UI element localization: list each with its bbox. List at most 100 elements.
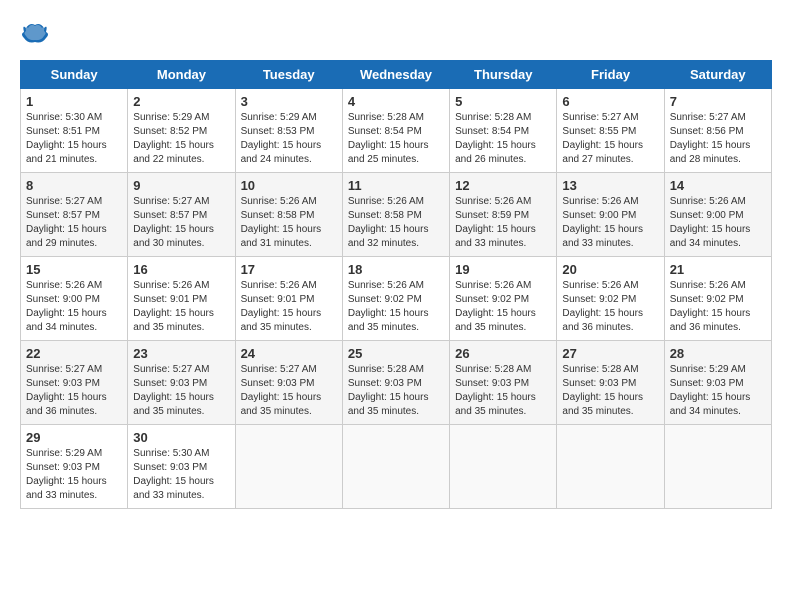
logo-icon [20,20,50,50]
calendar-day-cell: 6 Sunrise: 5:27 AM Sunset: 8:55 PM Dayli… [557,89,664,173]
day-info: Sunrise: 5:29 AM Sunset: 8:52 PM Dayligh… [133,111,229,167]
calendar-day-cell: 25 Sunrise: 5:28 AM Sunset: 9:03 PM Dayl… [342,341,449,425]
day-info: Sunrise: 5:28 AM Sunset: 8:54 PM Dayligh… [455,111,551,167]
day-info: Sunrise: 5:26 AM Sunset: 9:02 PM Dayligh… [670,279,766,335]
calendar-day-cell: 8 Sunrise: 5:27 AM Sunset: 8:57 PM Dayli… [21,173,128,257]
calendar-day-cell: 4 Sunrise: 5:28 AM Sunset: 8:54 PM Dayli… [342,89,449,173]
calendar: Sunday Monday Tuesday Wednesday Thursday… [20,60,772,509]
calendar-day-cell: 26 Sunrise: 5:28 AM Sunset: 9:03 PM Dayl… [450,341,557,425]
header-thursday: Thursday [450,61,557,89]
calendar-day-cell: 1 Sunrise: 5:30 AM Sunset: 8:51 PM Dayli… [21,89,128,173]
day-info: Sunrise: 5:28 AM Sunset: 9:03 PM Dayligh… [348,363,444,419]
day-info: Sunrise: 5:27 AM Sunset: 8:57 PM Dayligh… [133,195,229,251]
header-sunday: Sunday [21,61,128,89]
header-monday: Monday [128,61,235,89]
day-number: 4 [348,94,444,109]
day-number: 26 [455,346,551,361]
day-info: Sunrise: 5:30 AM Sunset: 9:03 PM Dayligh… [133,447,229,503]
calendar-day-cell: 13 Sunrise: 5:26 AM Sunset: 9:00 PM Dayl… [557,173,664,257]
calendar-day-cell: 9 Sunrise: 5:27 AM Sunset: 8:57 PM Dayli… [128,173,235,257]
day-info: Sunrise: 5:26 AM Sunset: 9:02 PM Dayligh… [562,279,658,335]
day-number: 8 [26,178,122,193]
day-info: Sunrise: 5:27 AM Sunset: 9:03 PM Dayligh… [26,363,122,419]
calendar-week-row: 1 Sunrise: 5:30 AM Sunset: 8:51 PM Dayli… [21,89,772,173]
day-number: 13 [562,178,658,193]
day-info: Sunrise: 5:26 AM Sunset: 9:02 PM Dayligh… [455,279,551,335]
calendar-week-row: 15 Sunrise: 5:26 AM Sunset: 9:00 PM Dayl… [21,257,772,341]
day-number: 30 [133,430,229,445]
calendar-day-cell: 19 Sunrise: 5:26 AM Sunset: 9:02 PM Dayl… [450,257,557,341]
calendar-week-row: 8 Sunrise: 5:27 AM Sunset: 8:57 PM Dayli… [21,173,772,257]
empty-cell [235,425,342,509]
calendar-day-cell: 10 Sunrise: 5:26 AM Sunset: 8:58 PM Dayl… [235,173,342,257]
day-number: 27 [562,346,658,361]
header-saturday: Saturday [664,61,771,89]
day-number: 2 [133,94,229,109]
logo-inner [20,20,54,50]
logo [20,20,54,50]
day-number: 20 [562,262,658,277]
day-info: Sunrise: 5:26 AM Sunset: 9:02 PM Dayligh… [348,279,444,335]
calendar-day-cell: 21 Sunrise: 5:26 AM Sunset: 9:02 PM Dayl… [664,257,771,341]
header-wednesday: Wednesday [342,61,449,89]
day-info: Sunrise: 5:26 AM Sunset: 8:59 PM Dayligh… [455,195,551,251]
day-number: 11 [348,178,444,193]
calendar-day-cell: 7 Sunrise: 5:27 AM Sunset: 8:56 PM Dayli… [664,89,771,173]
day-info: Sunrise: 5:26 AM Sunset: 9:00 PM Dayligh… [670,195,766,251]
calendar-week-row: 29 Sunrise: 5:29 AM Sunset: 9:03 PM Dayl… [21,425,772,509]
day-number: 9 [133,178,229,193]
day-number: 14 [670,178,766,193]
empty-cell [342,425,449,509]
day-info: Sunrise: 5:29 AM Sunset: 9:03 PM Dayligh… [26,447,122,503]
day-number: 19 [455,262,551,277]
calendar-day-cell: 2 Sunrise: 5:29 AM Sunset: 8:52 PM Dayli… [128,89,235,173]
header [20,20,772,50]
day-info: Sunrise: 5:26 AM Sunset: 9:01 PM Dayligh… [133,279,229,335]
calendar-day-cell: 15 Sunrise: 5:26 AM Sunset: 9:00 PM Dayl… [21,257,128,341]
day-number: 15 [26,262,122,277]
empty-cell [664,425,771,509]
day-info: Sunrise: 5:28 AM Sunset: 8:54 PM Dayligh… [348,111,444,167]
day-number: 25 [348,346,444,361]
calendar-day-cell: 22 Sunrise: 5:27 AM Sunset: 9:03 PM Dayl… [21,341,128,425]
day-number: 5 [455,94,551,109]
day-info: Sunrise: 5:27 AM Sunset: 8:55 PM Dayligh… [562,111,658,167]
header-friday: Friday [557,61,664,89]
calendar-day-cell: 30 Sunrise: 5:30 AM Sunset: 9:03 PM Dayl… [128,425,235,509]
calendar-week-row: 22 Sunrise: 5:27 AM Sunset: 9:03 PM Dayl… [21,341,772,425]
day-number: 6 [562,94,658,109]
day-number: 28 [670,346,766,361]
day-info: Sunrise: 5:26 AM Sunset: 9:01 PM Dayligh… [241,279,337,335]
day-info: Sunrise: 5:28 AM Sunset: 9:03 PM Dayligh… [455,363,551,419]
header-tuesday: Tuesday [235,61,342,89]
day-number: 3 [241,94,337,109]
day-info: Sunrise: 5:26 AM Sunset: 9:00 PM Dayligh… [26,279,122,335]
calendar-day-cell: 23 Sunrise: 5:27 AM Sunset: 9:03 PM Dayl… [128,341,235,425]
day-number: 7 [670,94,766,109]
calendar-day-cell: 12 Sunrise: 5:26 AM Sunset: 8:59 PM Dayl… [450,173,557,257]
day-info: Sunrise: 5:29 AM Sunset: 8:53 PM Dayligh… [241,111,337,167]
calendar-day-cell: 27 Sunrise: 5:28 AM Sunset: 9:03 PM Dayl… [557,341,664,425]
day-number: 12 [455,178,551,193]
empty-cell [450,425,557,509]
day-number: 16 [133,262,229,277]
day-number: 23 [133,346,229,361]
calendar-day-cell: 24 Sunrise: 5:27 AM Sunset: 9:03 PM Dayl… [235,341,342,425]
day-number: 10 [241,178,337,193]
day-number: 17 [241,262,337,277]
day-number: 22 [26,346,122,361]
day-info: Sunrise: 5:26 AM Sunset: 8:58 PM Dayligh… [241,195,337,251]
day-info: Sunrise: 5:29 AM Sunset: 9:03 PM Dayligh… [670,363,766,419]
day-number: 18 [348,262,444,277]
calendar-day-cell: 3 Sunrise: 5:29 AM Sunset: 8:53 PM Dayli… [235,89,342,173]
calendar-day-cell: 28 Sunrise: 5:29 AM Sunset: 9:03 PM Dayl… [664,341,771,425]
calendar-day-cell: 14 Sunrise: 5:26 AM Sunset: 9:00 PM Dayl… [664,173,771,257]
day-info: Sunrise: 5:26 AM Sunset: 8:58 PM Dayligh… [348,195,444,251]
day-info: Sunrise: 5:30 AM Sunset: 8:51 PM Dayligh… [26,111,122,167]
calendar-day-cell: 11 Sunrise: 5:26 AM Sunset: 8:58 PM Dayl… [342,173,449,257]
day-info: Sunrise: 5:27 AM Sunset: 9:03 PM Dayligh… [133,363,229,419]
calendar-day-cell: 20 Sunrise: 5:26 AM Sunset: 9:02 PM Dayl… [557,257,664,341]
weekday-header-row: Sunday Monday Tuesday Wednesday Thursday… [21,61,772,89]
day-info: Sunrise: 5:28 AM Sunset: 9:03 PM Dayligh… [562,363,658,419]
calendar-day-cell: 5 Sunrise: 5:28 AM Sunset: 8:54 PM Dayli… [450,89,557,173]
